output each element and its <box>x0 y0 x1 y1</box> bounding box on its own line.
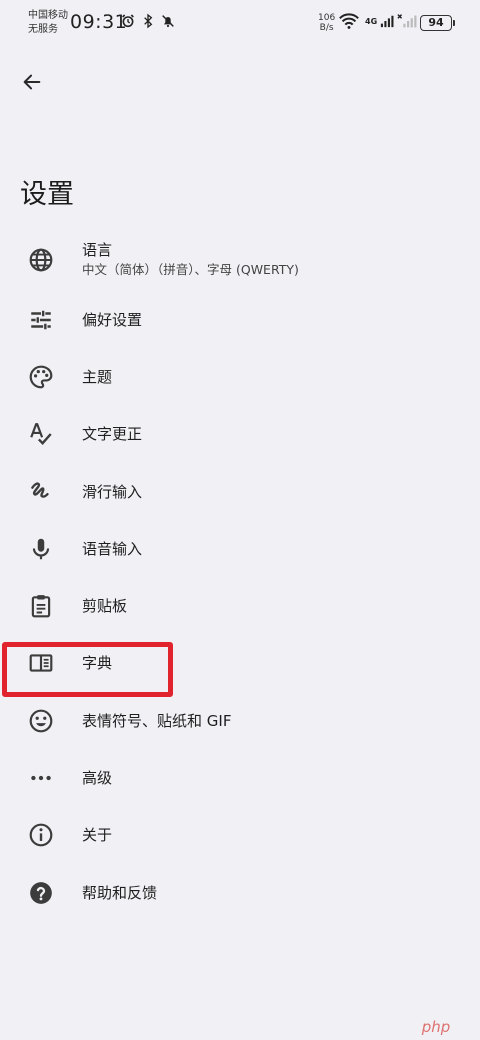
settings-item-label: 文字更正 <box>82 425 143 444</box>
settings-item-label: 关于 <box>82 826 113 845</box>
settings-item-help-feedback[interactable]: 帮助和反馈 <box>0 864 480 921</box>
net-speed-value: 106 <box>318 13 336 23</box>
settings-item-language[interactable]: 语言 中文（简体）（拼音）、字母 (QWERTY) <box>0 228 480 291</box>
settings-item-clipboard[interactable]: 剪贴板 <box>0 577 480 634</box>
gesture-icon <box>27 478 55 506</box>
settings-list: 语言 中文（简体）（拼音）、字母 (QWERTY) 偏好设置 主题 文字更正 滑… <box>0 228 480 921</box>
service-status: 无服务 <box>28 24 58 35</box>
clipboard-icon <box>27 592 55 620</box>
sliders-icon <box>27 306 55 334</box>
settings-item-label: 剪贴板 <box>82 597 128 616</box>
carrier-info: 中国移动 无服务 <box>28 9 68 37</box>
settings-item-label: 主题 <box>82 367 113 386</box>
globe-icon <box>27 246 55 274</box>
status-bar: 中国移动 无服务 09:31 106 B/s 4G 94 <box>0 0 480 46</box>
mute-icon <box>162 15 174 28</box>
spellcheck-icon <box>27 420 55 448</box>
settings-item-label: 语言 <box>82 241 113 259</box>
settings-item-advanced[interactable]: 高级 <box>0 749 480 806</box>
net-speed: 106 B/s <box>318 13 335 33</box>
status-right-icons: 4G <box>338 12 417 30</box>
carrier-name: 中国移动 <box>28 10 68 21</box>
settings-item-theme[interactable]: 主题 <box>0 348 480 405</box>
wifi-icon <box>339 13 359 29</box>
clock: 09:31 <box>70 11 128 33</box>
battery-indicator: 94 <box>420 15 455 31</box>
settings-item-label: 帮助和反馈 <box>82 883 158 902</box>
settings-item-text-correction[interactable]: 文字更正 <box>0 406 480 463</box>
settings-item-emoji[interactable]: 表情符号、贴纸和 GIF <box>0 692 480 749</box>
info-icon <box>27 821 55 849</box>
arrow-left-icon <box>23 74 41 90</box>
signal-icon <box>381 15 394 28</box>
settings-item-label: 表情符号、贴纸和 GIF <box>82 711 232 730</box>
settings-item-label: 高级 <box>82 769 113 788</box>
net-speed-unit: B/s <box>319 23 334 33</box>
page-title: 设置 <box>20 179 74 210</box>
settings-item-label: 偏好设置 <box>82 310 143 329</box>
settings-item-glide-typing[interactable]: 滑行输入 <box>0 463 480 520</box>
no-signal-icon <box>397 14 417 28</box>
alarm-icon <box>122 14 134 28</box>
settings-item-label: 语音输入 <box>82 539 143 558</box>
more-horizontal-icon <box>27 764 55 792</box>
highlight-annotation <box>2 642 173 697</box>
settings-item-about[interactable]: 关于 <box>0 807 480 864</box>
emoji-icon <box>27 707 55 735</box>
palette-icon <box>27 363 55 391</box>
watermark: php <box>421 1018 451 1036</box>
back-button[interactable] <box>14 64 50 100</box>
settings-item-subtitle: 中文（简体）（拼音）、字母 (QWERTY) <box>82 262 299 277</box>
status-left-icons <box>120 13 176 29</box>
help-icon <box>27 879 55 907</box>
settings-item-preferences[interactable]: 偏好设置 <box>0 291 480 348</box>
bluetooth-icon <box>144 13 153 29</box>
settings-item-label: 滑行输入 <box>82 482 143 501</box>
settings-item-voice-input[interactable]: 语音输入 <box>0 520 480 577</box>
network-type: 4G <box>365 16 378 26</box>
microphone-icon <box>27 535 55 563</box>
